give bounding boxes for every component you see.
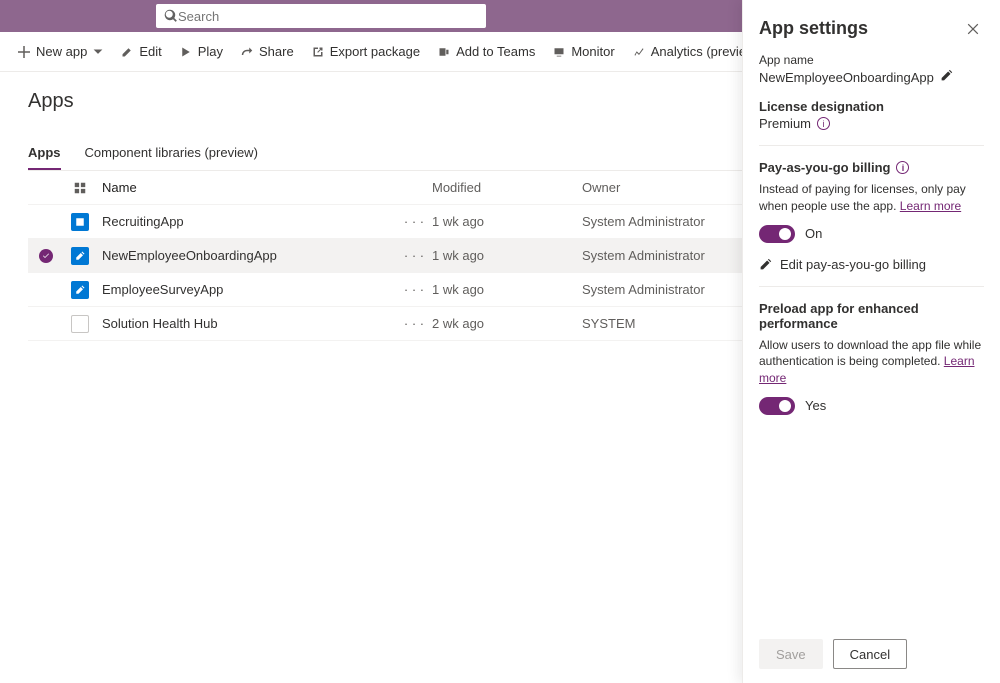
payg-heading: Pay-as-you-go billing i	[759, 160, 984, 175]
app-name-value: NewEmployeeOnboardingApp	[759, 70, 934, 85]
payg-description: Instead of paying for licenses, only pay…	[759, 181, 984, 215]
tab-apps[interactable]: Apps	[28, 137, 61, 170]
save-button[interactable]: Save	[759, 639, 823, 669]
more-actions-button[interactable]: · · ·	[396, 316, 432, 331]
share-label: Share	[259, 44, 294, 59]
edit-payg-button[interactable]: Edit pay-as-you-go billing	[759, 257, 984, 272]
info-icon[interactable]: i	[817, 117, 830, 130]
search-box[interactable]	[156, 4, 486, 28]
play-label: Play	[198, 44, 223, 59]
close-button[interactable]	[962, 18, 984, 43]
close-icon	[966, 22, 980, 36]
share-button[interactable]: Share	[235, 40, 300, 63]
preload-heading: Preload app for enhanced performance	[759, 301, 984, 331]
app-icon	[71, 315, 89, 333]
payg-toggle-label: On	[805, 226, 822, 241]
more-actions-button[interactable]: · · ·	[396, 248, 432, 263]
cancel-button[interactable]: Cancel	[833, 639, 907, 669]
more-actions-button[interactable]: · · ·	[396, 282, 432, 297]
pencil-icon	[759, 258, 772, 271]
modified-cell: 1 wk ago	[432, 214, 582, 229]
selected-check-icon	[39, 249, 53, 263]
edit-payg-label: Edit pay-as-you-go billing	[780, 257, 926, 272]
preload-toggle[interactable]	[759, 397, 795, 415]
preload-description: Allow users to download the app file whi…	[759, 337, 984, 387]
edit-app-name-button[interactable]	[940, 69, 953, 85]
column-chooser-icon[interactable]	[73, 181, 87, 195]
export-package-button[interactable]: Export package	[306, 40, 426, 63]
edit-label: Edit	[139, 44, 161, 59]
export-label: Export package	[330, 44, 420, 59]
app-icon	[71, 247, 89, 265]
app-name-cell[interactable]: RecruitingApp	[96, 214, 396, 229]
search-icon	[164, 9, 178, 23]
preload-toggle-label: Yes	[805, 398, 826, 413]
monitor-label: Monitor	[571, 44, 614, 59]
license-label: License designation	[759, 99, 984, 114]
chevron-down-icon	[93, 47, 103, 57]
app-name-cell[interactable]: Solution Health Hub	[96, 316, 396, 331]
modified-cell: 1 wk ago	[432, 282, 582, 297]
more-actions-button[interactable]: · · ·	[396, 214, 432, 229]
pencil-icon	[940, 69, 953, 82]
play-button[interactable]: Play	[174, 40, 229, 63]
new-app-button[interactable]: New app	[12, 40, 109, 63]
column-modified[interactable]: Modified	[432, 180, 582, 195]
search-input[interactable]	[178, 9, 478, 24]
app-settings-panel: App settings App name NewEmployeeOnboard…	[742, 0, 1000, 683]
app-icon	[71, 213, 89, 231]
learn-more-link[interactable]: Learn more	[900, 199, 961, 213]
modified-cell: 2 wk ago	[432, 316, 582, 331]
app-name-cell[interactable]: EmployeeSurveyApp	[96, 282, 396, 297]
panel-footer: Save Cancel	[743, 625, 1000, 683]
tab-component-libraries[interactable]: Component libraries (preview)	[85, 137, 258, 170]
payg-toggle[interactable]	[759, 225, 795, 243]
info-icon[interactable]: i	[896, 161, 909, 174]
license-value: Premium	[759, 116, 811, 131]
edit-button[interactable]: Edit	[115, 40, 167, 63]
monitor-button[interactable]: Monitor	[547, 40, 620, 63]
panel-title: App settings	[759, 18, 868, 39]
new-app-label: New app	[36, 44, 87, 59]
modified-cell: 1 wk ago	[432, 248, 582, 263]
app-icon	[71, 281, 89, 299]
add-to-teams-button[interactable]: Add to Teams	[432, 40, 541, 63]
app-name-label: App name	[759, 53, 984, 67]
teams-label: Add to Teams	[456, 44, 535, 59]
app-name-cell[interactable]: NewEmployeeOnboardingApp	[96, 248, 396, 263]
column-name[interactable]: Name	[96, 180, 396, 195]
